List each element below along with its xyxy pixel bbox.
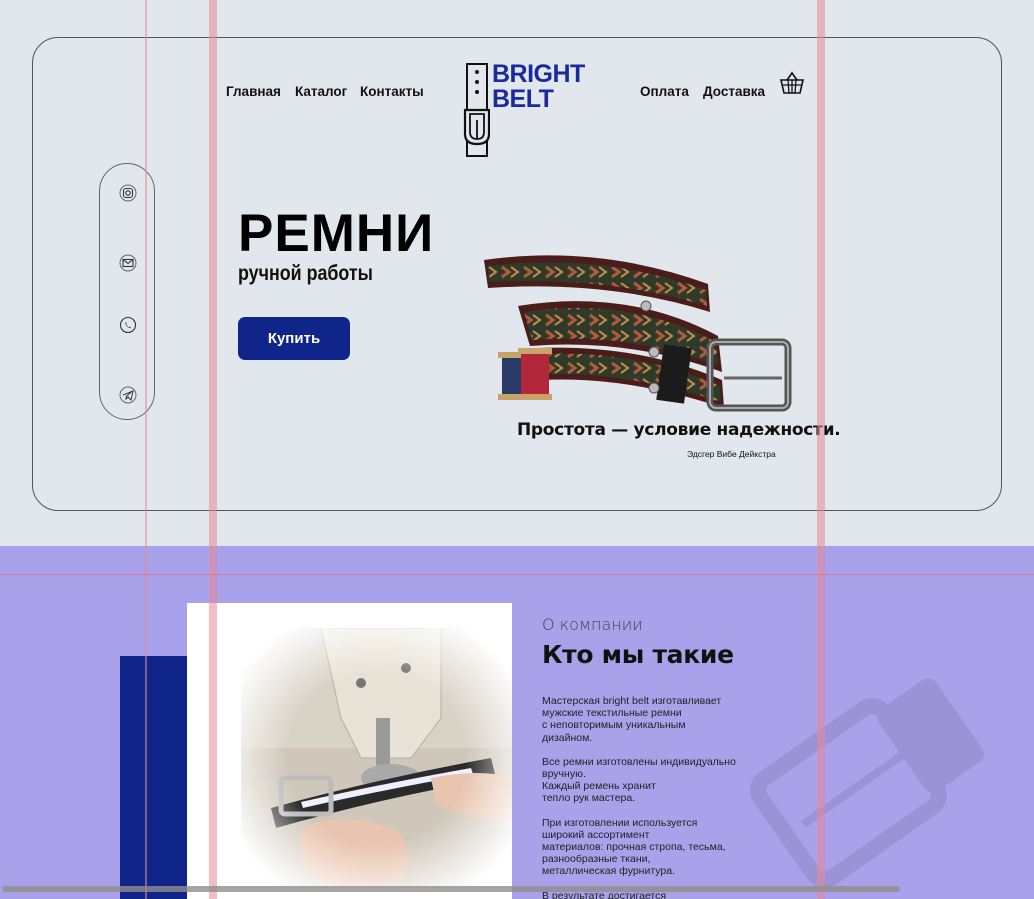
horizontal-scrollbar[interactable] (2, 886, 900, 892)
logo-text-line1: BRIGHT (492, 60, 585, 88)
hero-subtitle: ручной работы (238, 262, 373, 285)
layout-guide (145, 0, 147, 899)
about-paragraph: При изготовлении используется широкий ас… (542, 816, 726, 878)
decorative-blue-block (120, 656, 190, 899)
layout-guide (0, 574, 1034, 575)
quote-author: Эдсгер Вибе Дейкстра (687, 449, 776, 459)
layout-guide (209, 0, 217, 899)
about-title: Кто мы такие (542, 640, 734, 669)
buy-button[interactable]: Купить (238, 317, 350, 360)
mail-icon[interactable] (119, 254, 137, 272)
nav-home[interactable]: Главная (226, 84, 281, 99)
logo-text-line2: BELT (492, 85, 554, 113)
nav-contacts[interactable]: Контакты (360, 84, 424, 99)
layout-guide (817, 0, 825, 899)
about-eyebrow: О компании (542, 615, 643, 634)
telegram-icon[interactable] (119, 386, 137, 404)
whatsapp-icon[interactable] (119, 316, 137, 334)
belt-product-image (484, 255, 792, 412)
hero-title: РЕМНИ (238, 204, 435, 263)
instagram-icon[interactable] (119, 184, 137, 202)
nav-payment[interactable]: Оплата (640, 84, 689, 99)
basket-icon[interactable] (779, 70, 805, 96)
nav-delivery[interactable]: Доставка (703, 84, 765, 99)
about-paragraph: Мастерская bright belt изготавливает муж… (542, 695, 722, 744)
sewing-machine-photo (241, 628, 512, 888)
nav-catalog[interactable]: Каталог (295, 84, 347, 99)
about-paragraph: Все ремни изготовлены индивидуально вруч… (542, 755, 736, 805)
about-section: О компании Кто мы такие Мастерская brigh… (0, 546, 1034, 899)
hero-quote: Простота — условие надежности. (517, 420, 841, 440)
about-description: Мастерская bright belt изготавливает муж… (542, 695, 772, 899)
belt-buckle-logo-icon (463, 63, 490, 157)
